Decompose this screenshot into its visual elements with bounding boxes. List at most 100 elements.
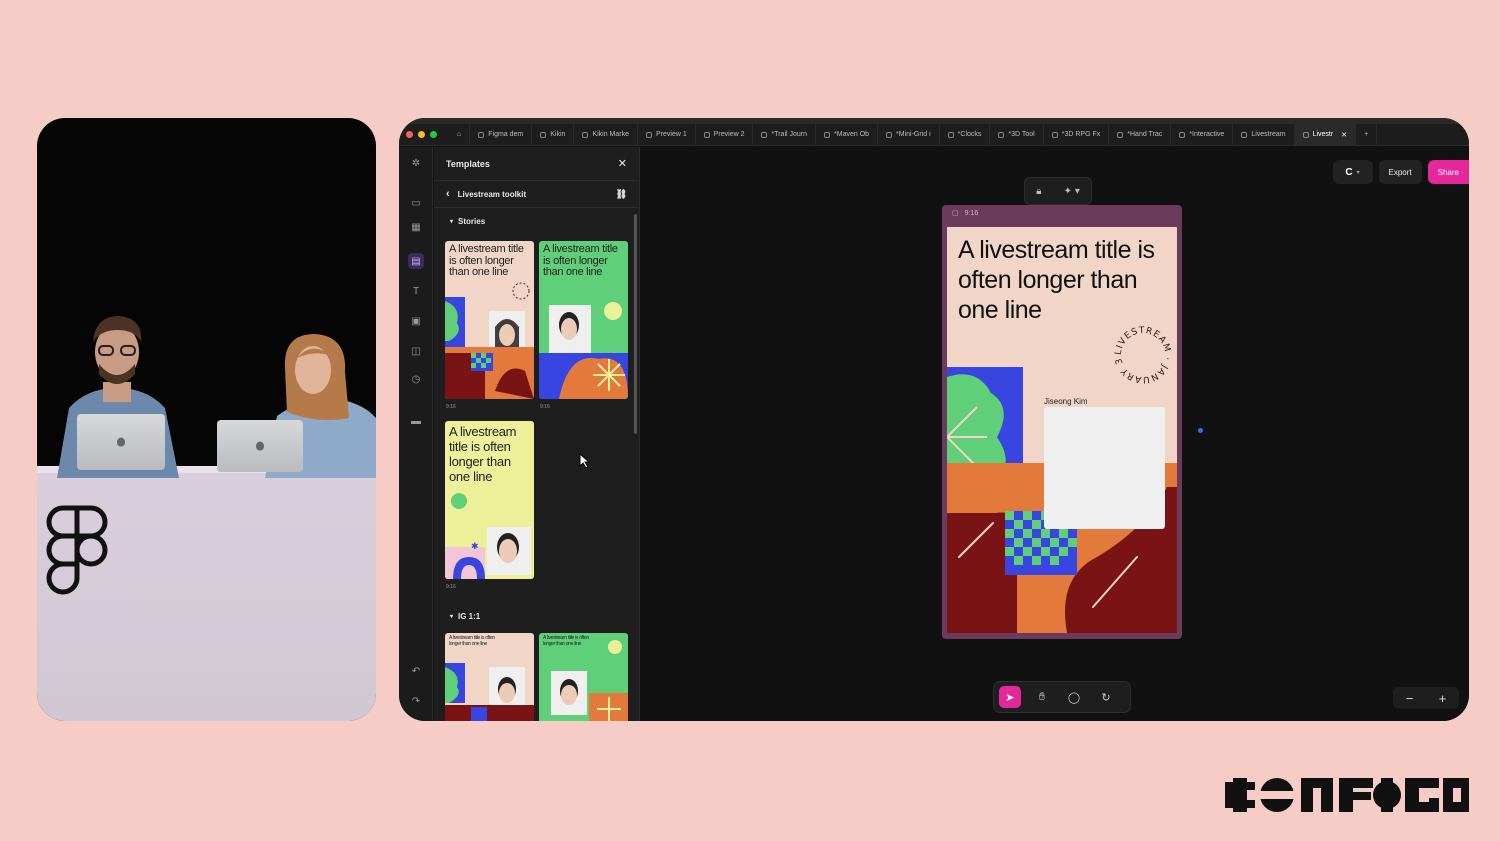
file-tabs: Figma dem Kikin Kikin Marke Preview 1 Previe… xyxy=(470,123,1357,146)
figma-menu-icon[interactable]: ✲ xyxy=(408,155,424,171)
assets-icon[interactable]: ▦ xyxy=(408,219,424,235)
section-label: Stories xyxy=(458,216,486,226)
thumb-artwork: ✱ xyxy=(445,493,531,579)
tab-label: Figma dem xyxy=(488,131,524,138)
frame-label: ▢ 9:16 xyxy=(952,209,979,218)
file-tab[interactable]: Kikin xyxy=(532,123,575,146)
apple-logo-icon xyxy=(256,441,264,451)
pages-icon[interactable]: ▭ xyxy=(408,195,424,211)
chevron-down-icon: ▾ xyxy=(450,613,454,620)
clock-icon[interactable]: ◷ xyxy=(408,371,424,387)
stamp-text: LIVESTREAM · JANUARY 31 · xyxy=(947,227,1172,384)
photo-placeholder[interactable] xyxy=(1044,407,1165,529)
export-button[interactable]: Export xyxy=(1378,160,1422,184)
shapes-icon[interactable]: ◫ xyxy=(408,343,424,359)
tab-label: *Mini-Grid i xyxy=(896,131,931,138)
config-logo-icon xyxy=(1225,778,1469,812)
template-thumb-ig-2[interactable]: A livestream title is often longer than … xyxy=(539,633,628,721)
home-tab[interactable]: ⌂ xyxy=(449,123,471,146)
breadcrumb: ‹ Livestream toolkit ⛓ xyxy=(434,181,639,208)
file-icon xyxy=(886,131,893,138)
file-icon xyxy=(1302,131,1309,138)
back-icon[interactable]: ‹ xyxy=(446,188,450,200)
left-toolbar: ✲ ▭ ▦ ▤ T ▣ ◫ ◷ ▬ ↶ ↷ xyxy=(399,147,433,721)
zoom-out-button[interactable]: − xyxy=(1406,691,1414,706)
file-icon xyxy=(478,131,485,138)
file-icon xyxy=(1241,131,1248,138)
text-icon[interactable]: T xyxy=(408,283,424,299)
move-tool-icon[interactable]: ➤ xyxy=(999,686,1021,708)
template-thumb-2[interactable]: A livestream title is often longer than … xyxy=(539,241,628,399)
file-tab[interactable]: *Mini-Grid i xyxy=(878,123,940,146)
cursor-icon xyxy=(579,452,591,474)
file-tab[interactable]: *Clocks xyxy=(940,123,991,146)
section-ig[interactable]: ▾ IG 1:1 xyxy=(434,606,496,626)
panel-title: Templates xyxy=(446,158,490,169)
file-tab[interactable]: *Maven Ob xyxy=(816,123,879,146)
home-icon: ⌂ xyxy=(457,131,462,138)
breadcrumb-label: Livestream toolkit xyxy=(457,189,527,199)
file-tab[interactable]: Livestream xyxy=(1233,123,1295,146)
file-tab[interactable]: Livestr ✕ xyxy=(1294,123,1357,146)
file-tab[interactable]: *3D RPG Fx xyxy=(1044,123,1110,146)
templates-icon[interactable]: ▤ xyxy=(408,253,424,269)
hand-tool-icon[interactable]: ✋︎ xyxy=(1031,686,1053,708)
thumb-size-label: 9:16 xyxy=(446,404,456,410)
tab-label: *Clocks xyxy=(957,131,982,138)
close-icon[interactable]: ✕ xyxy=(618,157,627,170)
file-tab[interactable]: *Trail Journ xyxy=(753,123,817,146)
minimize-window-button[interactable] xyxy=(418,131,425,138)
file-tab[interactable]: *3D Tool xyxy=(990,123,1044,146)
tab-label: *Maven Ob xyxy=(834,131,870,138)
frame-size-label: 9:16 xyxy=(964,209,979,217)
laptop-left xyxy=(77,414,165,470)
user-avatar: C xyxy=(1345,166,1353,178)
section-stories[interactable]: ▾ Stories xyxy=(434,211,639,231)
image-icon[interactable]: ▣ xyxy=(408,313,424,329)
close-window-button[interactable] xyxy=(406,131,413,138)
undo-icon[interactable]: ↶ xyxy=(408,663,424,679)
canvas[interactable]: 🔒︎ ✦ ▾ C ▾ Export Share ▢ 9:16 A livestr… xyxy=(641,147,1469,721)
file-tab[interactable]: Kikin Marke xyxy=(574,123,639,146)
panel-scrollbar[interactable] xyxy=(634,214,637,434)
comment-tool-icon[interactable]: ◯ xyxy=(1063,686,1085,708)
new-tab-button[interactable]: + xyxy=(1356,123,1378,146)
redo-icon[interactable]: ↷ xyxy=(408,693,424,709)
file-tab[interactable]: Preview 1 xyxy=(638,123,696,146)
maximize-window-button[interactable] xyxy=(430,131,437,138)
share-button[interactable]: Share xyxy=(1427,160,1469,184)
file-tab[interactable]: Figma dem xyxy=(470,123,533,146)
lock-icon[interactable]: 🔒︎ xyxy=(1036,186,1041,197)
template-thumb-1[interactable]: A livestream title is often longer than … xyxy=(445,241,534,399)
file-icon xyxy=(703,131,710,138)
link-icon[interactable]: ⛓ xyxy=(616,189,627,200)
top-right-controls: C ▾ Export Share xyxy=(1332,160,1469,184)
template-thumb-3[interactable]: A livestream title is often longer than … xyxy=(445,421,534,579)
actions-tool-icon[interactable]: ↻ xyxy=(1095,686,1117,708)
template-thumb-ig-1[interactable]: A livestream title is often longer than … xyxy=(445,633,534,721)
tab-label: Kikin xyxy=(550,131,566,138)
tab-label: *3D Tool xyxy=(1008,131,1035,138)
tab-bar: ⌂ Figma dem Kikin Kikin Marke Preview 1 Prev… xyxy=(399,123,1469,146)
frame-toolbar: 🔒︎ ✦ ▾ xyxy=(1024,177,1092,205)
ai-wand-icon[interactable]: ✦ ▾ xyxy=(1064,186,1080,197)
figma-window: ⌂ Figma dem Kikin Kikin Marke Preview 1 Prev… xyxy=(399,118,1469,721)
presenter-video xyxy=(37,118,376,721)
figma-logo-icon xyxy=(46,505,108,595)
tab-close-icon[interactable]: ✕ xyxy=(1341,131,1347,139)
story-frame[interactable]: ▢ 9:16 A livestream title is often longe… xyxy=(942,205,1182,639)
layout-icon[interactable]: ▬ xyxy=(408,413,424,429)
file-tab[interactable]: *Interactive xyxy=(1171,123,1234,146)
thumb-size-label: 9:16 xyxy=(540,404,550,410)
user-menu-button[interactable]: C ▾ xyxy=(1332,160,1373,184)
file-icon xyxy=(582,131,589,138)
file-tab[interactable]: *Hand Trac xyxy=(1109,123,1172,146)
templates-panel: Templates ✕ ‹ Livestream toolkit ⛓ ▾ Sto… xyxy=(434,147,640,721)
file-tab[interactable]: Preview 2 xyxy=(696,123,754,146)
file-icon xyxy=(540,131,547,138)
tab-label: Livestr xyxy=(1312,131,1334,138)
lock-icon: ▢ xyxy=(952,210,959,217)
thumb-artwork xyxy=(539,302,628,399)
tab-label: Preview 2 xyxy=(713,131,745,138)
zoom-in-button[interactable]: + xyxy=(1439,691,1447,706)
